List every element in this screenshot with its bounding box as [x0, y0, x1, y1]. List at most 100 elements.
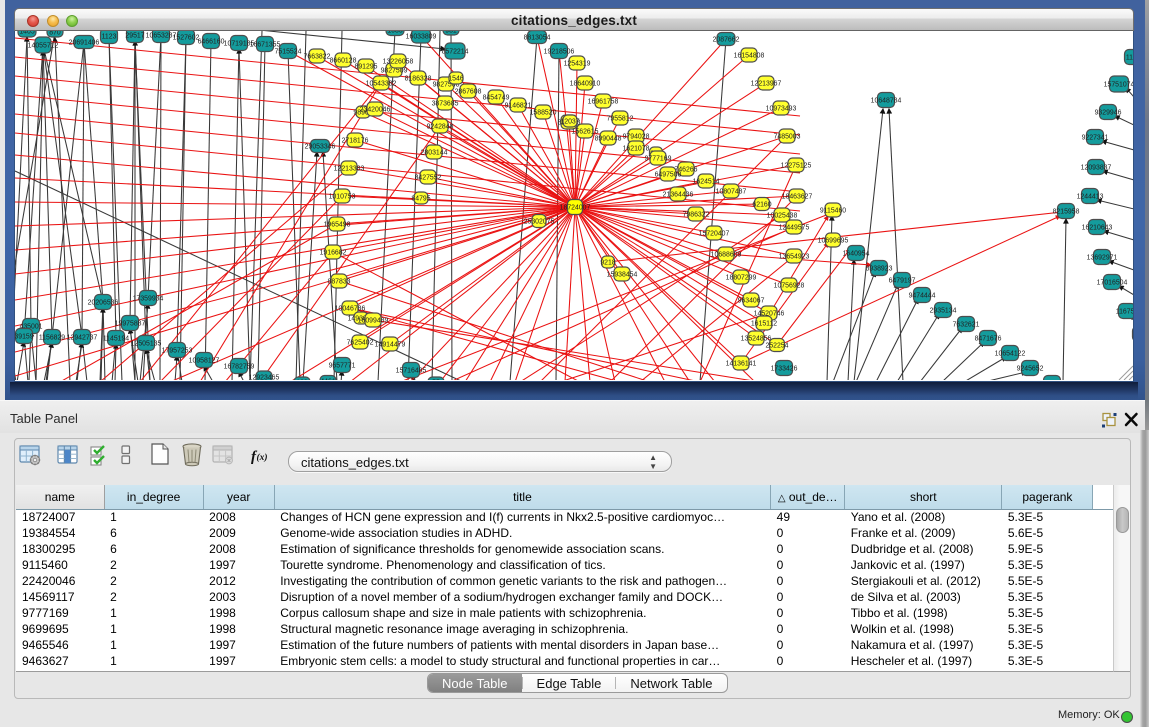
svg-text:7485003: 7485003 — [774, 134, 801, 141]
svg-text:9634067: 9634067 — [738, 298, 765, 305]
svg-text:9242848: 9242848 — [427, 124, 454, 131]
svg-text:55: 55 — [432, 380, 440, 381]
svg-text:1916682: 1916682 — [320, 250, 347, 257]
svg-text:8813054: 8813054 — [524, 35, 551, 42]
svg-text:887833: 887833 — [328, 279, 351, 286]
svg-text:15938454: 15938454 — [607, 272, 638, 279]
svg-text:1035: 1035 — [387, 31, 402, 35]
svg-text:9227341: 9227341 — [1082, 135, 1109, 142]
svg-text:18807299: 18807299 — [726, 275, 757, 282]
svg-text:17016504: 17016504 — [1097, 280, 1128, 287]
svg-text:1624514: 1624514 — [693, 179, 720, 186]
svg-text:10025438: 10025438 — [767, 213, 798, 220]
svg-text:10958127: 10958127 — [189, 358, 220, 365]
svg-text:1615112: 1615112 — [751, 321, 777, 328]
svg-text:2803144: 2803144 — [421, 150, 448, 157]
svg-text:1010753: 1010753 — [329, 194, 356, 201]
svg-text:8454749: 8454749 — [483, 95, 510, 102]
svg-text:1527602: 1527602 — [173, 35, 200, 42]
svg-text:9329946: 9329946 — [1095, 110, 1122, 117]
svg-text:9474444: 9474444 — [909, 293, 936, 300]
svg-text:7955812: 7955812 — [607, 116, 634, 123]
svg-text:12923465: 12923465 — [249, 375, 280, 381]
svg-text:10688609: 10688609 — [711, 252, 742, 259]
svg-text:9794028: 9794028 — [623, 134, 650, 141]
svg-text:1640954: 1640954 — [843, 251, 870, 258]
svg-text:21364436: 21364436 — [663, 192, 694, 199]
svg-text:6466160: 6466160 — [198, 39, 225, 46]
svg-text:14914479: 14914479 — [375, 342, 406, 349]
svg-text:10654122: 10654122 — [995, 351, 1026, 358]
svg-text:1145194: 1145194 — [103, 336, 129, 343]
svg-text:2935134: 2935134 — [930, 308, 957, 315]
svg-text:10756928: 10756928 — [774, 283, 805, 290]
svg-text:9115460: 9115460 — [820, 208, 846, 215]
svg-text:12275125: 12275125 — [781, 163, 812, 170]
svg-text:7663822: 7663822 — [304, 54, 331, 61]
svg-text:13524856: 13524856 — [741, 336, 772, 343]
svg-text:18640910: 18640910 — [570, 81, 601, 88]
svg-text:2087662: 2087662 — [713, 37, 740, 44]
svg-text:1405: 1405 — [19, 31, 34, 36]
svg-text:19218506: 19218506 — [544, 49, 575, 56]
svg-text:29053346: 29053346 — [305, 144, 336, 151]
svg-text:16961758: 16961758 — [588, 99, 619, 106]
svg-text:8938923: 8938923 — [866, 266, 893, 273]
svg-text:1546: 1546 — [448, 76, 463, 83]
svg-text:9146821: 9146821 — [505, 103, 532, 110]
svg-text:6497508: 6497508 — [655, 172, 682, 179]
svg-text:7632621: 7632621 — [953, 322, 980, 329]
svg-text:4461: 4461 — [320, 379, 335, 381]
svg-text:8427552: 8427552 — [415, 175, 442, 182]
svg-text:9777169: 9777169 — [645, 156, 672, 163]
svg-text:129: 129 — [296, 380, 308, 381]
svg-text:1156829: 1156829 — [39, 335, 65, 342]
svg-text:15751074: 15751074 — [1104, 82, 1133, 89]
svg-text:2867608: 2867608 — [455, 89, 482, 96]
svg-text:870: 870 — [49, 31, 61, 37]
svg-text:13226058: 13226058 — [383, 59, 414, 66]
svg-text:1588520: 1588520 — [530, 110, 557, 117]
svg-text:12037: 12037 — [560, 119, 579, 126]
svg-text:7986322: 7986322 — [683, 212, 710, 219]
svg-text:39159: 39159 — [15, 334, 34, 341]
svg-text:15720407: 15720407 — [699, 231, 730, 238]
svg-text:6479197: 6479197 — [889, 278, 916, 285]
svg-text:12505135: 12505135 — [131, 341, 162, 348]
svg-text:116753: 116753 — [1116, 309, 1133, 316]
svg-text:10648784: 10648784 — [871, 98, 902, 105]
svg-text:12449575: 12449575 — [779, 225, 810, 232]
svg-text:9245652: 9245652 — [1017, 366, 1044, 373]
svg-text:20691406: 20691406 — [69, 40, 100, 47]
svg-text:10807487: 10807487 — [716, 189, 747, 196]
svg-text:13692971: 13692971 — [1087, 255, 1118, 262]
svg-text:14055712: 14055712 — [28, 43, 59, 50]
svg-text:18724007: 18724007 — [560, 205, 591, 212]
svg-text:1965498: 1965498 — [324, 222, 351, 229]
svg-text:16782759: 16782759 — [224, 364, 255, 371]
svg-text:8215958: 8215958 — [1053, 209, 1080, 216]
svg-text:84795: 84795 — [411, 196, 430, 203]
svg-text:10973493: 10973493 — [766, 106, 797, 113]
svg-text:10699695: 10699695 — [818, 238, 849, 245]
svg-text:7625402: 7625402 — [347, 340, 374, 347]
svg-text:8471676: 8471676 — [975, 336, 1002, 343]
svg-text:16033809: 16033809 — [406, 34, 437, 41]
svg-text:16099489: 16099489 — [358, 318, 389, 325]
svg-text:17957253: 17957253 — [162, 348, 193, 355]
svg-text:7515524: 7515524 — [275, 49, 302, 56]
svg-text:(x): (x) — [257, 452, 268, 463]
svg-text:12942737: 12942737 — [67, 335, 98, 342]
svg-text:931: 931 — [445, 31, 457, 35]
svg-text:19975887: 19975887 — [115, 321, 146, 328]
svg-text:12093837: 12093837 — [1081, 165, 1112, 172]
svg-text:1621078: 1621078 — [623, 146, 650, 153]
svg-text:18463627: 18463627 — [782, 194, 813, 201]
svg-text:9218: 9218 — [600, 260, 615, 267]
svg-text:1244413: 1244413 — [1077, 194, 1104, 201]
svg-text:1562615: 1562615 — [572, 129, 599, 136]
svg-text:1733426: 1733426 — [771, 366, 798, 373]
svg-text:8572214: 8572214 — [442, 49, 469, 56]
svg-text:2718176: 2718176 — [342, 138, 369, 145]
svg-text:15716485: 15716485 — [396, 368, 427, 375]
